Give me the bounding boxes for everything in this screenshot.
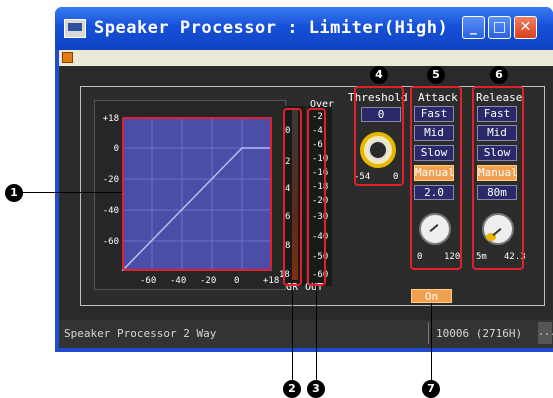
callout-line-3 — [316, 286, 317, 380]
status-right-text: 10006 (2716H) — [436, 327, 523, 340]
attack-highlight — [410, 86, 462, 270]
menu-bar — [59, 50, 553, 66]
graph-x-label: -40 — [170, 276, 187, 286]
graph-x-label: 0 — [234, 276, 240, 286]
app-icon — [64, 19, 86, 38]
transfer-graph — [122, 117, 272, 271]
graph-x-label: +18 — [263, 276, 280, 286]
gr-meter-highlight — [283, 108, 302, 286]
on-button[interactable]: On — [411, 289, 452, 303]
out-meter-highlight — [307, 108, 326, 286]
graph-y-label: -40 — [102, 206, 119, 216]
window-title: Speaker Processor : Limiter(High) — [94, 18, 449, 38]
callout-3: 3 — [307, 380, 325, 398]
minimize-button[interactable]: _ — [462, 16, 485, 39]
callout-4: 4 — [370, 66, 388, 84]
status-divider — [428, 322, 429, 344]
status-ellipsis[interactable]: ... — [538, 322, 553, 344]
callout-line-2 — [292, 286, 293, 380]
callout-line-1 — [18, 192, 122, 193]
graph-x-label: -20 — [200, 276, 217, 286]
release-highlight — [472, 86, 524, 270]
maximize-button[interactable]: □ — [488, 16, 511, 39]
threshold-highlight — [354, 86, 404, 186]
callout-2: 2 — [283, 380, 301, 398]
graph-x-label: -60 — [140, 276, 157, 286]
library-icon[interactable] — [62, 52, 73, 63]
status-left-text: Speaker Processor 2 Way — [64, 327, 217, 340]
graph-y-label: -20 — [102, 175, 119, 185]
callout-line-7 — [431, 303, 432, 380]
callout-7: 7 — [422, 380, 440, 398]
close-button[interactable]: ✕ — [514, 16, 537, 39]
graph-y-label: -60 — [102, 237, 119, 247]
callout-1: 1 — [5, 184, 23, 202]
graph-y-label: 0 — [113, 144, 119, 154]
callout-6: 6 — [490, 66, 508, 84]
graph-y-label: +18 — [102, 114, 119, 124]
callout-5: 5 — [427, 66, 445, 84]
